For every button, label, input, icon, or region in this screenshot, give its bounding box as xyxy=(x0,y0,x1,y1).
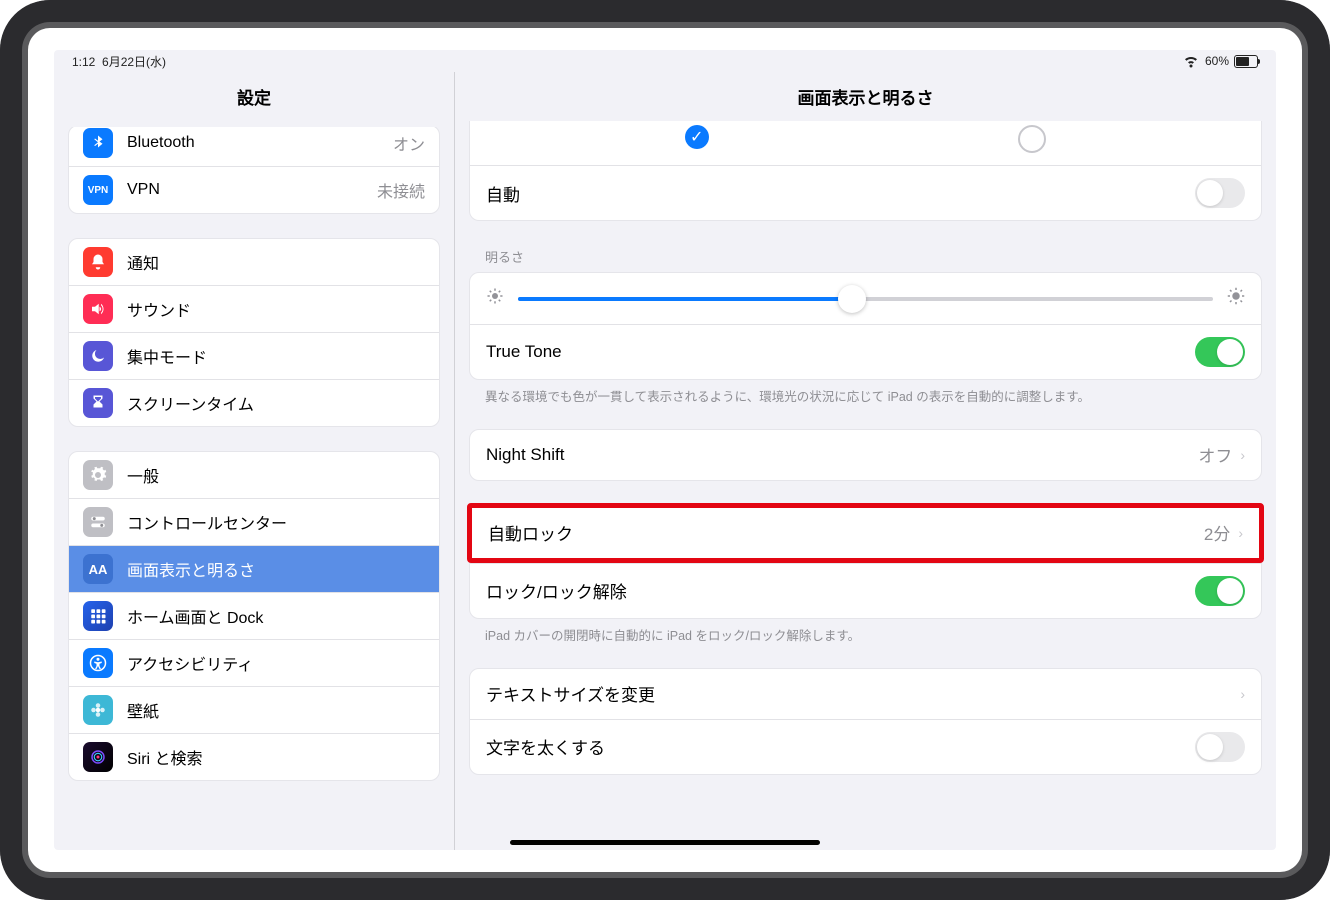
nightshift-row[interactable]: Night Shift オフ › xyxy=(470,430,1261,480)
lockunlock-toggle[interactable] xyxy=(1195,576,1245,606)
sun-large-icon xyxy=(1227,287,1245,310)
textsize-row[interactable]: テキストサイズを変更 › xyxy=(470,669,1261,720)
detail-pane: 画面表示と明るさ ✓ 自動 明るさ True Tone 異なる環境 xyxy=(455,72,1276,850)
sidebar-item-controlcenter[interactable]: コントロールセンター xyxy=(69,499,439,546)
highlight-autolock: 自動ロック 2分 › xyxy=(467,503,1264,563)
settings-sidebar: 設定 Bluetooth オン VPN VPN 未接続 通知 サウンド 集中モー… xyxy=(54,72,455,850)
detail-title: 画面表示と明るさ xyxy=(455,72,1276,121)
auto-appearance-toggle[interactable] xyxy=(1195,178,1245,208)
appearance-light-toggle[interactable]: ✓ xyxy=(685,125,709,153)
chevron-right-icon: › xyxy=(1240,447,1245,463)
vpn-icon: VPN xyxy=(83,175,113,205)
sidebar-item-display[interactable]: AA 画面表示と明るさ xyxy=(69,546,439,593)
brightness-header: 明るさ xyxy=(455,221,1276,272)
speaker-icon xyxy=(83,294,113,324)
chevron-right-icon: › xyxy=(1240,686,1245,702)
lockunlock-label: ロック/ロック解除 xyxy=(486,578,1195,603)
bluetooth-icon xyxy=(83,128,113,158)
nightshift-block: Night Shift オフ › xyxy=(469,429,1262,481)
apps-grid-icon xyxy=(83,601,113,631)
accessibility-icon xyxy=(83,648,113,678)
ipad-frame: 1:12 6月22日(水) 60% 設定 Bluetooth オン VPN VP… xyxy=(0,0,1330,900)
truetone-label: True Tone xyxy=(486,342,1195,362)
sidebar-group-notifications: 通知 サウンド 集中モード スクリーンタイム xyxy=(68,238,440,427)
sidebar-item-focus[interactable]: 集中モード xyxy=(69,333,439,380)
appearance-dark-toggle[interactable] xyxy=(1018,125,1046,153)
battery-percentage: 60% xyxy=(1205,54,1229,68)
boldtext-label: 文字を太くする xyxy=(486,734,1195,759)
sidebar-item-sounds[interactable]: サウンド xyxy=(69,286,439,333)
brightness-block: True Tone xyxy=(469,272,1262,380)
home-indicator[interactable] xyxy=(510,840,820,845)
sidebar-item-bluetooth[interactable]: Bluetooth xyxy=(127,134,393,152)
bluetooth-value: オン xyxy=(393,131,425,155)
auto-appearance-label: 自動 xyxy=(486,181,1195,206)
sidebar-item-siri[interactable]: Siri と検索 xyxy=(69,734,439,780)
sidebar-item-notifications[interactable]: 通知 xyxy=(69,239,439,286)
status-time: 1:12 xyxy=(72,55,95,69)
brightness-slider[interactable] xyxy=(518,297,1213,301)
lockunlock-block: ロック/ロック解除 xyxy=(469,563,1262,619)
sun-small-icon xyxy=(486,287,504,310)
truetone-toggle[interactable] xyxy=(1195,337,1245,367)
wifi-icon xyxy=(1182,51,1200,72)
moon-icon xyxy=(83,341,113,371)
toggles-icon xyxy=(83,507,113,537)
lockunlock-footer: iPad カバーの開閉時に自動的に iPad をロック/ロック解除します。 xyxy=(455,619,1276,646)
sidebar-item-wallpaper[interactable]: 壁紙 xyxy=(69,687,439,734)
gear-icon xyxy=(83,460,113,490)
status-date: 6月22日(水) xyxy=(102,55,166,69)
textsize-icon: AA xyxy=(83,554,113,584)
truetone-footer: 異なる環境でも色が一貫して表示されるように、環境光の状況に応じて iPad の表… xyxy=(455,380,1276,407)
sidebar-item-screentime[interactable]: スクリーンタイム xyxy=(69,380,439,426)
autolock-row[interactable]: 自動ロック 2分 › xyxy=(472,508,1259,558)
sidebar-item-vpn[interactable]: VPN xyxy=(127,181,377,199)
chevron-right-icon: › xyxy=(1238,525,1243,541)
status-left: 1:12 6月22日(水) xyxy=(72,53,166,70)
siri-icon xyxy=(83,742,113,772)
text-block: テキストサイズを変更 › 文字を太くする xyxy=(469,668,1262,775)
sidebar-item-accessibility[interactable]: アクセシビリティ xyxy=(69,640,439,687)
sidebar-group-general: 一般 コントロールセンター AA 画面表示と明るさ ホーム画面と Dock アク… xyxy=(68,451,440,781)
boldtext-toggle[interactable] xyxy=(1195,732,1245,762)
bell-icon xyxy=(83,247,113,277)
sidebar-item-general[interactable]: 一般 xyxy=(69,452,439,499)
sidebar-group-connectivity: Bluetooth オン VPN VPN 未接続 xyxy=(68,127,440,214)
vpn-value: 未接続 xyxy=(377,178,425,202)
hourglass-icon xyxy=(83,388,113,418)
flower-icon xyxy=(83,695,113,725)
battery-icon xyxy=(1234,55,1258,68)
appearance-block: ✓ 自動 xyxy=(469,121,1262,221)
sidebar-title: 設定 xyxy=(54,72,454,127)
status-right: 60% xyxy=(1182,51,1258,72)
status-bar: 1:12 6月22日(水) 60% xyxy=(54,50,1276,72)
sidebar-item-homescreen[interactable]: ホーム画面と Dock xyxy=(69,593,439,640)
